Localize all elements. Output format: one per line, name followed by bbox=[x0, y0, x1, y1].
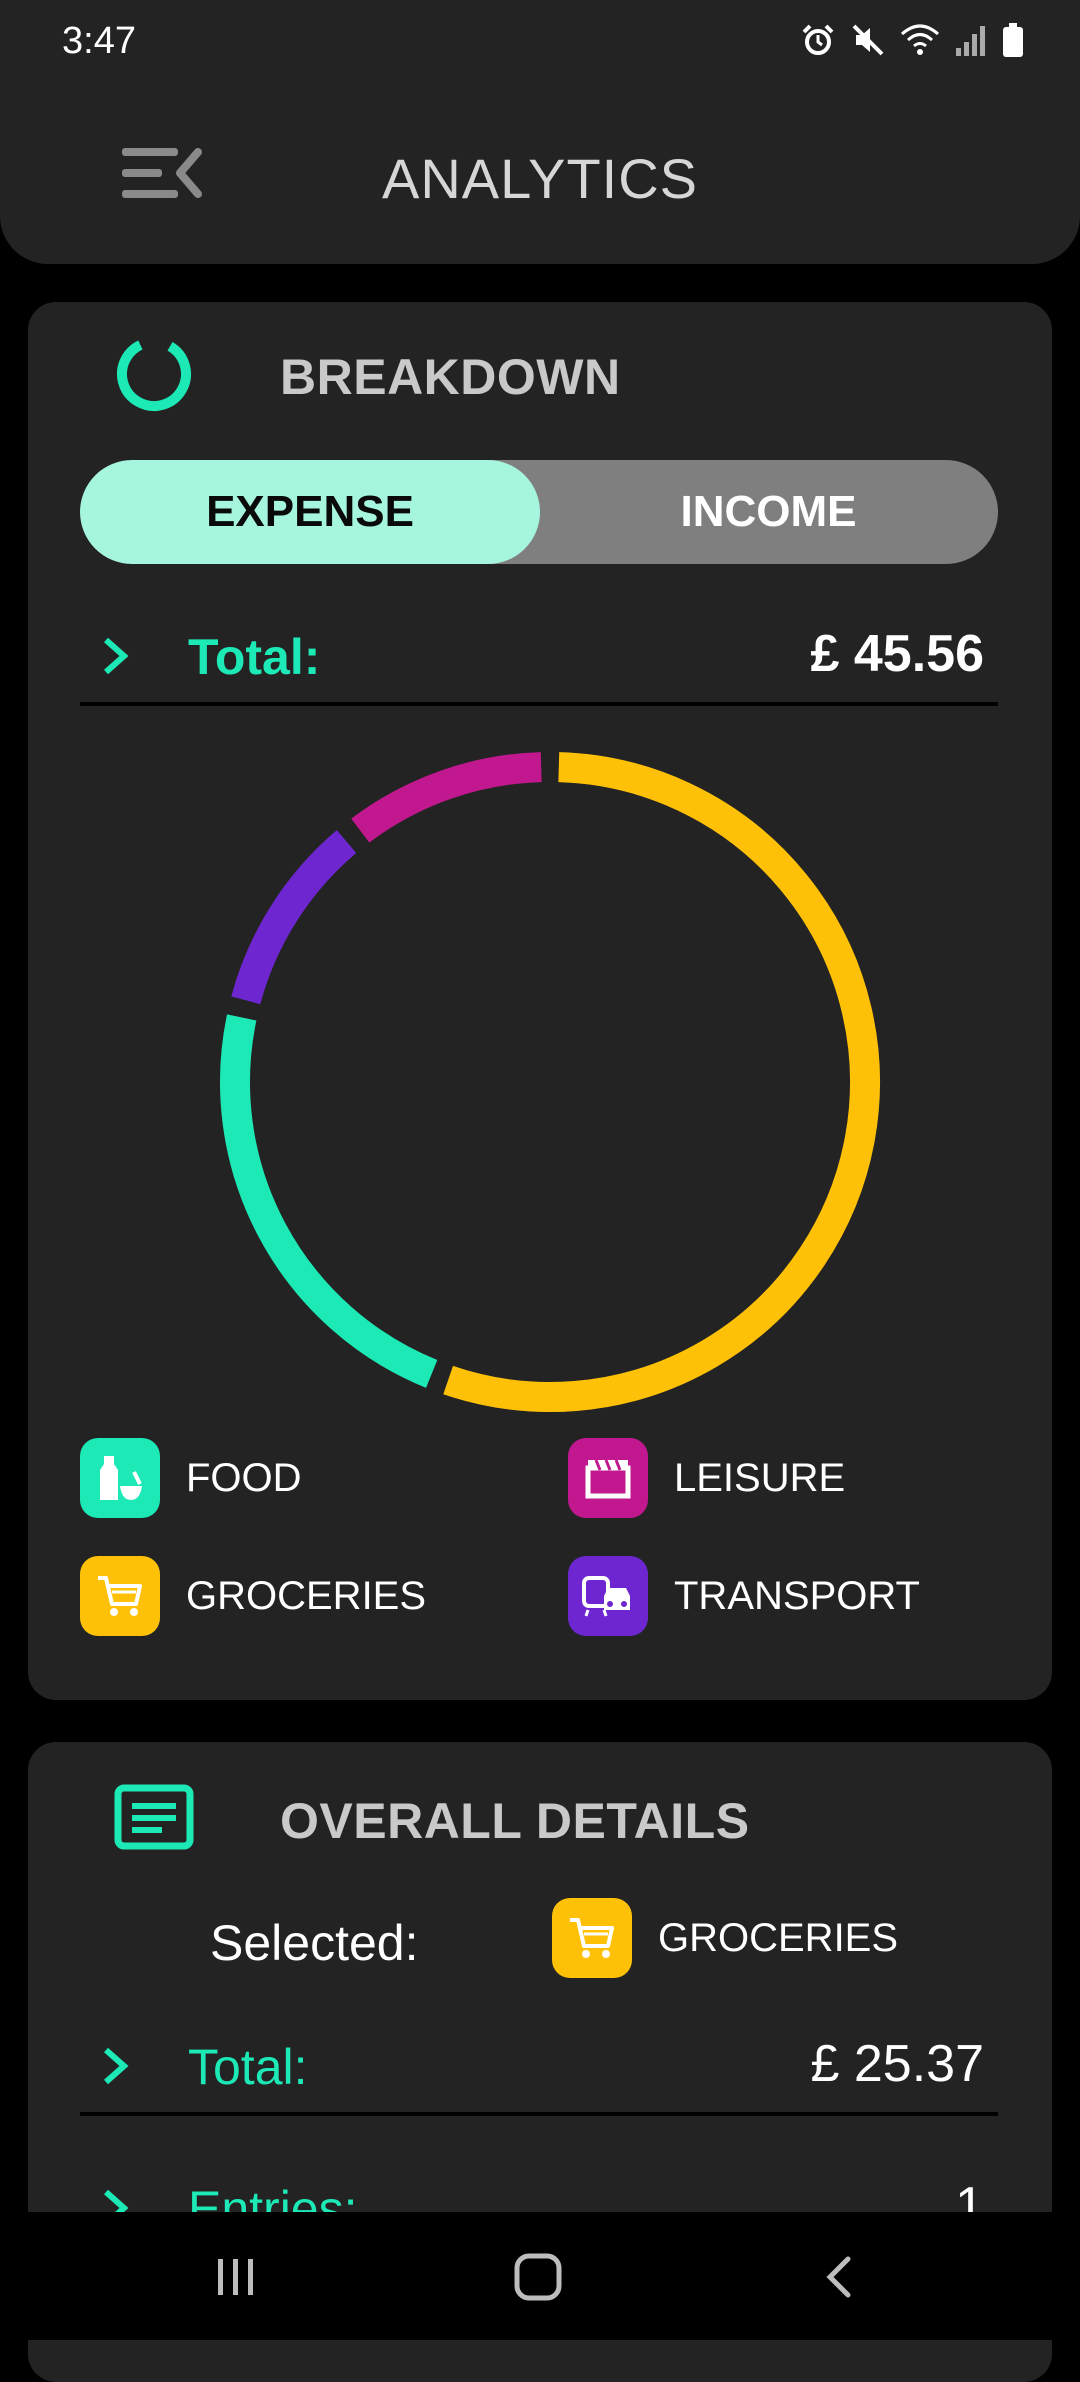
transport-icon bbox=[568, 1556, 648, 1636]
recents-icon bbox=[218, 2259, 253, 2295]
selected-label: Selected: bbox=[210, 1915, 419, 1971]
home-icon bbox=[514, 2253, 562, 2301]
breakdown-total-row[interactable]: Total: £ 45.56 bbox=[80, 610, 998, 706]
breakdown-card: BREAKDOWN INCOME EXPENSE Total: £ 45.56 … bbox=[28, 302, 1052, 1700]
total-value: £ 45.56 bbox=[810, 625, 985, 683]
back-icon bbox=[826, 2256, 851, 2298]
donut-slice-transport[interactable] bbox=[231, 830, 357, 1005]
donut-slice-food[interactable] bbox=[220, 1014, 438, 1388]
system-nav-bar bbox=[0, 2212, 1080, 2340]
legend-item-leisure[interactable]: LEISURE bbox=[568, 1438, 845, 1518]
legend-label-food: FOOD bbox=[186, 1455, 302, 1500]
overall-details-title: OVERALL DETAILS bbox=[280, 1793, 750, 1849]
food-icon bbox=[80, 1438, 160, 1518]
page-title: ANALYTICS bbox=[381, 147, 699, 210]
donut-slice-groceries[interactable] bbox=[443, 752, 880, 1412]
breakdown-title: BREAKDOWN bbox=[280, 349, 621, 405]
expense-income-toggle: INCOME EXPENSE bbox=[80, 460, 998, 564]
mute-icon bbox=[852, 24, 884, 56]
breakdown-donut-chart[interactable] bbox=[200, 732, 900, 1432]
legend-item-transport[interactable]: TRANSPORT bbox=[568, 1556, 920, 1636]
back-button[interactable] bbox=[780, 2242, 900, 2312]
selected-category[interactable]: GROCERIES bbox=[552, 1898, 898, 1978]
alarm-icon bbox=[802, 24, 834, 55]
chevron-right-icon bbox=[104, 637, 129, 675]
details-total-row[interactable]: Total: £ 25.37 bbox=[80, 2020, 998, 2116]
status-bar: 3:47 bbox=[0, 0, 1080, 84]
legend-item-food[interactable]: FOOD bbox=[80, 1438, 302, 1518]
home-button[interactable] bbox=[478, 2242, 598, 2312]
legend-label-groceries: GROCERIES bbox=[186, 1573, 427, 1618]
selected-category-label: GROCERIES bbox=[658, 1915, 899, 1960]
legend-label-leisure: LEISURE bbox=[674, 1455, 846, 1500]
cart-icon bbox=[80, 1556, 160, 1636]
legend-item-groceries[interactable]: GROCERIES bbox=[80, 1556, 426, 1636]
wifi-icon bbox=[901, 24, 939, 55]
app-header: ANALYTICS bbox=[0, 84, 1080, 264]
donut-slice-leisure[interactable] bbox=[351, 752, 542, 843]
battery-icon bbox=[1003, 23, 1023, 57]
chevron-right-icon bbox=[104, 2047, 129, 2085]
total-label: Total: bbox=[188, 629, 321, 685]
donut-chart-icon bbox=[117, 337, 191, 412]
status-time: 3:47 bbox=[62, 20, 136, 62]
expense-tab[interactable]: EXPENSE bbox=[80, 460, 540, 564]
recents-button[interactable] bbox=[176, 2242, 296, 2312]
details-total-label: Total: bbox=[188, 2039, 308, 2095]
income-tab[interactable]: INCOME bbox=[539, 460, 998, 564]
movie-icon bbox=[568, 1438, 648, 1518]
signal-icon bbox=[956, 26, 985, 56]
cart-icon bbox=[552, 1898, 632, 1978]
details-total-value: £ 25.37 bbox=[810, 2035, 985, 2093]
legend-label-transport: TRANSPORT bbox=[674, 1573, 920, 1618]
document-icon bbox=[114, 1784, 194, 1850]
status-icons bbox=[800, 22, 1024, 58]
